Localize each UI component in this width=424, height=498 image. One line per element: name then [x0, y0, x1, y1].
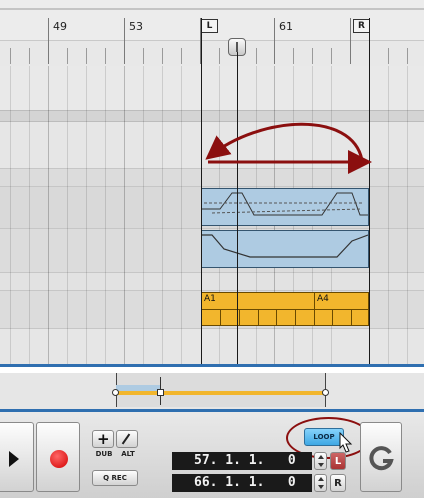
- ruler-minor-tick: [388, 48, 389, 64]
- chevron-up-icon: [318, 455, 324, 459]
- ruler-minor-tick: [162, 48, 163, 64]
- timeline-ruler[interactable]: 49 53 61 L R: [0, 0, 424, 66]
- right-locator-spinner[interactable]: [314, 474, 327, 492]
- overview-handle[interactable]: [157, 389, 164, 396]
- bar-number: 53: [129, 20, 143, 33]
- overview-clip: [116, 391, 326, 395]
- add-button[interactable]: +: [92, 430, 114, 448]
- ruler-tick: [274, 18, 275, 64]
- ruler-minor-tick: [143, 48, 144, 64]
- right-locator-tag[interactable]: R: [330, 474, 346, 492]
- loop-arrow-return: [205, 122, 364, 161]
- ruler-lower-band: [0, 40, 424, 66]
- right-locator-display[interactable]: 66. 1. 1. 0: [172, 474, 312, 492]
- ruler-minor-tick: [331, 48, 332, 64]
- ruler-top-line: [0, 8, 424, 10]
- song-overview[interactable]: [0, 364, 424, 412]
- refresh-button[interactable]: [360, 422, 402, 492]
- ruler-minor-tick: [219, 48, 220, 64]
- left-locator-tag-label: L: [334, 456, 342, 467]
- chevron-down-icon: [318, 485, 324, 489]
- ruler-minor-tick: [312, 48, 313, 64]
- ruler-tick: [48, 18, 49, 64]
- loop-annotation: [205, 122, 372, 174]
- ruler-minor-tick: [10, 48, 11, 64]
- ruler-minor-tick: [86, 48, 87, 64]
- ruler-minor-tick: [67, 48, 68, 64]
- plus-icon: +: [97, 430, 110, 448]
- right-locator-marker[interactable]: R: [353, 19, 370, 33]
- right-locator-label: R: [358, 21, 365, 31]
- left-locator-tag[interactable]: L: [330, 452, 346, 470]
- play-button[interactable]: [0, 422, 34, 492]
- ruler-minor-tick: [407, 48, 408, 64]
- left-locator-spinner[interactable]: [314, 452, 327, 470]
- chevron-down-icon: [318, 463, 324, 467]
- overview-track: [0, 373, 424, 409]
- ruler-minor-tick: [293, 48, 294, 64]
- sequencer-window: 49 53 61 L R A1 A4 + DUB ALT Q REC LOOP …: [0, 0, 424, 498]
- right-locator-tag-label: R: [334, 478, 342, 489]
- chevron-up-icon: [318, 477, 324, 481]
- qrec-label: Q REC: [103, 474, 127, 482]
- left-locator-label: L: [206, 21, 213, 31]
- pointer-cursor-icon: [339, 432, 353, 453]
- refresh-icon: [369, 446, 394, 471]
- left-locator-marker[interactable]: L: [201, 19, 218, 33]
- alt-label: ALT: [121, 450, 135, 458]
- play-icon: [9, 451, 19, 467]
- quantize-record-button[interactable]: Q REC: [92, 470, 138, 486]
- bar-number: 49: [53, 20, 67, 33]
- record-icon: [50, 450, 68, 468]
- ruler-tick: [124, 18, 125, 64]
- ruler-minor-tick: [29, 48, 30, 64]
- record-button[interactable]: [36, 422, 80, 492]
- left-locator-display[interactable]: 57. 1. 1. 0: [172, 452, 312, 470]
- ruler-minor-tick: [105, 48, 106, 64]
- pencil-icon: [121, 433, 131, 445]
- ruler-minor-tick: [256, 48, 257, 64]
- bar-number: 61: [279, 20, 293, 33]
- dub-label: DUB: [95, 450, 113, 458]
- ruler-minor-tick: [181, 48, 182, 64]
- transport-panel: + DUB ALT Q REC LOOP 57. 1. 1. 0 66. 1. …: [0, 412, 424, 498]
- alt-button[interactable]: [116, 430, 138, 448]
- ruler-tick: [350, 18, 351, 64]
- overview-handle-right[interactable]: [322, 389, 329, 396]
- overview-handle-left[interactable]: [112, 389, 119, 396]
